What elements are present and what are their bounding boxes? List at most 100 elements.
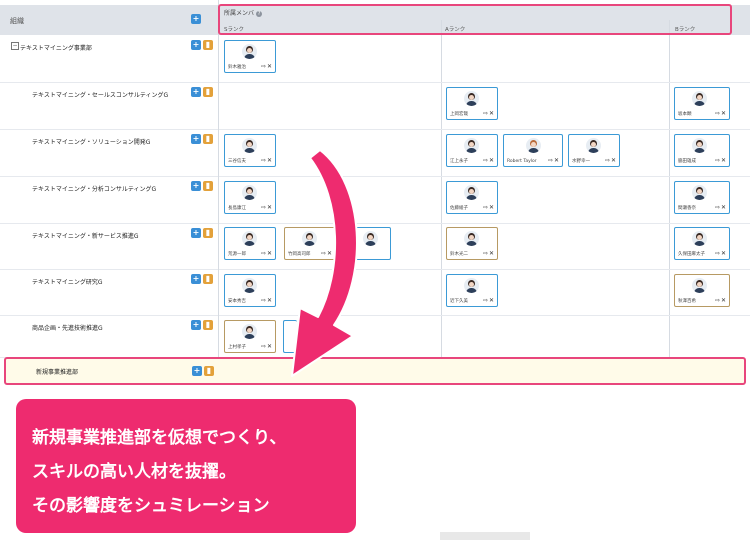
member-card[interactable]: 荒源一郎 ⇨✕ — [224, 227, 276, 260]
move-icon[interactable]: ⇨ — [548, 157, 553, 164]
avatar — [464, 138, 479, 153]
move-icon[interactable]: ⇨ — [483, 250, 488, 257]
member-card[interactable]: 秋澤百希 ⇨✕ — [674, 274, 730, 307]
member-card[interactable]: 久保田麻太子 ⇨✕ — [674, 227, 730, 260]
move-icon[interactable]: ⇨ — [715, 204, 720, 211]
avatar — [692, 231, 707, 246]
member-card[interactable]: 間瀬香奈 ⇨✕ — [674, 181, 730, 214]
avatar — [692, 138, 707, 153]
avatar — [692, 185, 707, 200]
member-name: 上村孝子 — [228, 345, 246, 350]
cropped-text-fragment — [440, 532, 530, 540]
column-divider — [441, 20, 442, 385]
member-card[interactable]: 近下久美 ⇨✕ — [446, 274, 498, 307]
add-member-button[interactable]: + — [191, 181, 201, 191]
org-name: 商品企画・先進技術推進G — [32, 325, 103, 332]
delete-org-button[interactable]: ▮ — [204, 366, 214, 376]
org-column-header: 組織 + — [0, 5, 218, 35]
member-card[interactable]: 長島康江 ⇨✕ — [224, 181, 276, 214]
add-org-button[interactable]: + — [191, 14, 201, 24]
member-card[interactable]: 脇田雄成 ⇨✕ — [674, 134, 730, 167]
remove-icon[interactable]: ✕ — [721, 157, 726, 164]
remove-icon[interactable]: ✕ — [721, 250, 726, 257]
remove-icon[interactable]: ✕ — [267, 63, 272, 70]
member-card[interactable]: 上岡宏哉 ⇨✕ — [446, 87, 498, 120]
member-card[interactable]: 佐藤綾子 ⇨✕ — [446, 181, 498, 214]
avatar — [464, 185, 479, 200]
delete-org-button[interactable]: ▮ — [203, 87, 213, 97]
org-row: テキストマイニング・新サービス推進G + ▮ — [0, 223, 218, 270]
delete-org-button[interactable]: ▮ — [203, 274, 213, 284]
move-icon[interactable]: ⇨ — [261, 204, 266, 211]
move-icon[interactable]: ⇨ — [715, 157, 720, 164]
move-icon[interactable]: ⇨ — [261, 63, 266, 70]
member-name: 秋澤百希 — [678, 299, 696, 304]
member-card[interactable]: 上村孝子 ⇨✕ — [224, 320, 276, 353]
member-name: 水野幸一 — [572, 159, 590, 164]
member-card[interactable]: 江上永子 ⇨✕ — [446, 134, 498, 167]
move-icon[interactable]: ⇨ — [261, 343, 266, 350]
remove-icon[interactable]: ✕ — [489, 204, 494, 211]
remove-icon[interactable]: ✕ — [489, 157, 494, 164]
member-name: 三谷信夫 — [228, 159, 246, 164]
add-member-button[interactable]: + — [191, 87, 201, 97]
member-name: 長島康江 — [228, 206, 246, 211]
remove-icon[interactable]: ✕ — [611, 157, 616, 164]
member-name: 江上永子 — [450, 159, 468, 164]
add-member-button[interactable]: + — [191, 134, 201, 144]
avatar — [692, 278, 707, 293]
org-row: テキストマイニング・セールスコンサルティングG + ▮ — [0, 82, 218, 130]
move-icon[interactable]: ⇨ — [715, 110, 720, 117]
move-icon[interactable]: ⇨ — [605, 157, 610, 164]
remove-icon[interactable]: ✕ — [721, 110, 726, 117]
add-member-button[interactable]: + — [191, 40, 201, 50]
move-icon[interactable]: ⇨ — [261, 157, 266, 164]
remove-icon[interactable]: ✕ — [554, 157, 559, 164]
avatar — [242, 324, 257, 339]
avatar — [464, 278, 479, 293]
add-member-button[interactable]: + — [191, 228, 201, 238]
move-icon[interactable]: ⇨ — [261, 297, 266, 304]
remove-icon[interactable]: ✕ — [489, 250, 494, 257]
org-row: 商品企画・先進技術推進G + ▮ — [0, 315, 218, 358]
member-card[interactable]: Robert Taylor ⇨✕ — [503, 134, 563, 167]
callout-line-2: スキルの高い人材を抜擢。 — [32, 462, 236, 482]
move-icon[interactable]: ⇨ — [715, 250, 720, 257]
member-card[interactable]: 坂本顕 ⇨✕ — [674, 87, 730, 120]
move-icon[interactable]: ⇨ — [483, 204, 488, 211]
member-name: 鈴木雅治 — [228, 65, 246, 70]
member-card[interactable]: 鈴木光二 ⇨✕ — [446, 227, 498, 260]
org-name: テキストマイニング・セールスコンサルティングG — [32, 92, 169, 99]
org-name: テキストマイニング・新サービス推進G — [32, 233, 139, 240]
member-name: 鈴木光二 — [450, 252, 468, 257]
delete-org-button[interactable]: ▮ — [203, 40, 213, 50]
remove-icon[interactable]: ✕ — [489, 297, 494, 304]
remove-icon[interactable]: ✕ — [489, 110, 494, 117]
move-icon[interactable]: ⇨ — [483, 297, 488, 304]
member-card[interactable]: 三谷信夫 ⇨✕ — [224, 134, 276, 167]
remove-icon[interactable]: ✕ — [721, 204, 726, 211]
delete-org-button[interactable]: ▮ — [203, 134, 213, 144]
member-card[interactable]: 水野幸一 ⇨✕ — [568, 134, 620, 167]
avatar — [242, 185, 257, 200]
add-member-button[interactable]: + — [191, 274, 201, 284]
add-member-button[interactable]: + — [191, 320, 201, 330]
org-column-title: 組織 — [10, 17, 24, 25]
member-card[interactable]: 安本秀吉 ⇨✕ — [224, 274, 276, 307]
move-icon[interactable]: ⇨ — [483, 110, 488, 117]
delete-org-button[interactable]: ▮ — [203, 181, 213, 191]
delete-org-button[interactable]: ▮ — [203, 320, 213, 330]
member-name: 脇田雄成 — [678, 159, 696, 164]
delete-org-button[interactable]: ▮ — [203, 228, 213, 238]
collapse-toggle[interactable]: − — [11, 42, 19, 50]
member-card[interactable]: 鈴木雅治 ⇨✕ — [224, 40, 276, 73]
callout-box: 新規事業推進部を仮想でつくり、 スキルの高い人材を抜擢。 その影響度をシュミレー… — [16, 399, 356, 533]
org-row: テキストマイニング・ソリューション開発G + ▮ — [0, 129, 218, 177]
move-icon[interactable]: ⇨ — [715, 297, 720, 304]
member-name: 安本秀吉 — [228, 299, 246, 304]
move-icon[interactable]: ⇨ — [261, 250, 266, 257]
remove-icon[interactable]: ✕ — [721, 297, 726, 304]
add-member-button[interactable]: + — [192, 366, 202, 376]
move-icon[interactable]: ⇨ — [483, 157, 488, 164]
avatar — [526, 138, 541, 153]
